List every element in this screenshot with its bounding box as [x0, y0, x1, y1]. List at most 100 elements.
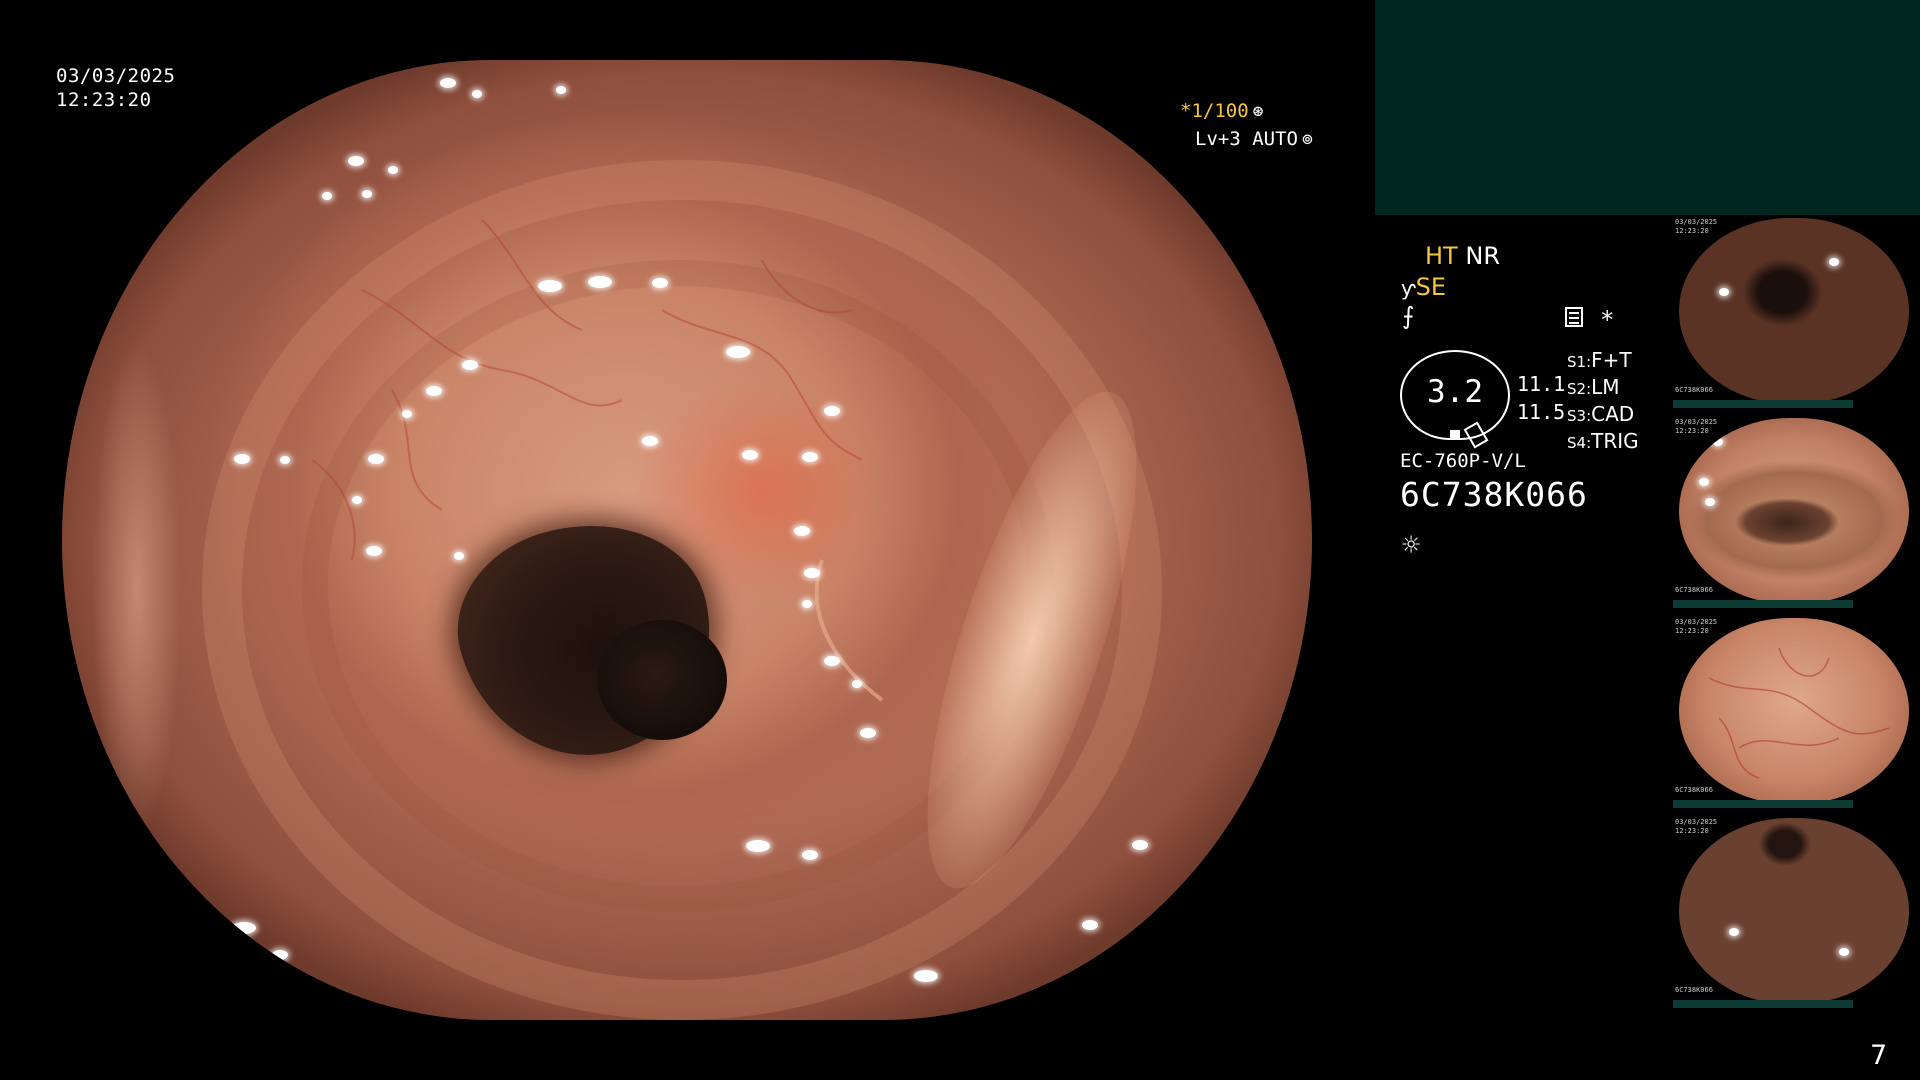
measurement-value-1: 11.1: [1517, 372, 1566, 396]
thumbnail-time: 12:23:20: [1675, 827, 1709, 835]
asterisk-icon: *: [1600, 306, 1615, 334]
switch-key: S4:: [1567, 434, 1592, 452]
specular-highlight: [802, 850, 818, 860]
specular-highlight: [454, 552, 464, 560]
specular-highlight: [362, 190, 372, 198]
specular-highlight: [472, 90, 482, 98]
thumbnail-bar: [1673, 800, 1853, 808]
specular-highlight: [742, 450, 758, 460]
thumbnail-serial: 6C738K066: [1675, 586, 1713, 594]
time-text: 12:23:20: [56, 89, 152, 111]
aperture-icon: ⊛: [1252, 101, 1264, 122]
shutter-indicator: *1/100 ⊛: [1180, 100, 1263, 122]
specular-highlight: [804, 568, 820, 578]
thumbnail-bar: [1673, 400, 1853, 408]
shutter-speed: *1/100: [1180, 100, 1249, 122]
measurement-values: 11.1 11.5: [1517, 370, 1565, 426]
specular-highlight: [1082, 920, 1098, 930]
thumbnail-serial: 6C738K066: [1675, 386, 1713, 394]
specular-highlight: [348, 156, 364, 166]
specular-highlight: [1705, 498, 1715, 506]
vascular-pattern: [1708, 647, 1890, 779]
specular-highlight: [1729, 928, 1739, 936]
thumbnail-serial: 6C738K066: [1675, 786, 1713, 794]
iris-icon: ⊚: [1301, 129, 1313, 150]
specular-highlight: [232, 922, 256, 934]
specular-highlight: [746, 840, 770, 852]
specular-highlight: [802, 452, 818, 462]
specular-highlight: [824, 656, 840, 666]
specular-highlight: [234, 454, 250, 464]
specular-highlight: [538, 280, 562, 292]
specular-highlight: [440, 78, 456, 88]
brightness-level: Lv+3: [1195, 128, 1241, 150]
vascular-pattern: [311, 219, 884, 702]
specular-highlight: [1132, 840, 1148, 850]
thumbnail-bar: [1673, 1000, 1853, 1008]
specular-highlight: [280, 456, 290, 464]
switch-key: S2:: [1567, 380, 1592, 398]
thumbnail-date: 03/03/2025: [1675, 818, 1718, 826]
ht-label: HT: [1425, 242, 1458, 270]
switch-settings: S1:F+T S2:LM S3:CAD S4:TRIG: [1567, 348, 1639, 456]
se-label: SE: [1415, 273, 1447, 301]
timestamp: 03/03/2025 12:23:20: [56, 64, 175, 112]
thumbnail-time: 12:23:20: [1675, 427, 1709, 435]
scope-serial-number: 6C738K066: [1400, 475, 1588, 514]
switch-key: S1:: [1567, 353, 1592, 371]
specular-highlight: [794, 526, 810, 536]
thumbnail-bar: [1673, 600, 1853, 608]
switch-key: S3:: [1567, 407, 1592, 425]
image-mode-row: HT NR: [1425, 242, 1500, 270]
thumbnail-time: 12:23:20: [1675, 627, 1709, 635]
zoom-lens-icon: [1463, 421, 1489, 449]
specular-highlight: [652, 278, 668, 288]
specular-highlight: [1839, 948, 1849, 956]
specular-highlight: [322, 192, 332, 200]
report-icon: [1565, 307, 1583, 327]
date-text: 03/03/2025: [56, 65, 176, 87]
specular-highlight: [824, 406, 840, 416]
specular-highlight: [726, 346, 750, 358]
thumbnail-date: 03/03/2025: [1675, 218, 1718, 226]
switch-setting-row: S1:F+T: [1567, 348, 1639, 375]
zoom-value: 3.2: [1427, 374, 1483, 410]
page-number: 7: [1870, 1040, 1888, 1071]
capture-thumbnail[interactable]: 03/03/2025 12:23:20 6C738K066: [1673, 416, 1920, 608]
capture-thumbnail[interactable]: 03/03/2025 12:23:20 6C738K066: [1673, 216, 1920, 408]
specular-highlight: [366, 546, 382, 556]
specular-highlight: [852, 680, 862, 688]
thumbnail-image: [1679, 418, 1909, 604]
thumbnail-date: 03/03/2025: [1675, 418, 1718, 426]
specular-highlight: [352, 496, 362, 504]
specular-highlight: [272, 950, 288, 960]
switch-setting-row: S2:LM: [1567, 375, 1639, 402]
specular-highlight: [860, 728, 876, 738]
monitor-info-panel: [1375, 0, 1920, 215]
switch-value: LM: [1591, 375, 1620, 399]
specular-highlight: [642, 436, 658, 446]
specular-highlight: [556, 86, 566, 94]
freeze-icon: ⨍: [1402, 302, 1415, 330]
thumbnail-serial: 6C738K066: [1675, 986, 1713, 994]
capture-thumbnail[interactable]: 03/03/2025 12:23:20 6C738K066: [1673, 816, 1920, 1008]
switch-value: TRIG: [1591, 429, 1639, 453]
light-icon: ☼: [1402, 528, 1421, 563]
switch-value: CAD: [1591, 402, 1635, 426]
specular-highlight: [1713, 438, 1723, 446]
specular-highlight: [402, 410, 412, 418]
thumbnail-date: 03/03/2025: [1675, 618, 1718, 626]
zoom-indicator: 3.2: [1400, 350, 1510, 449]
nr-label: NR: [1465, 242, 1500, 270]
iris-mode: AUTO: [1252, 128, 1298, 150]
specular-highlight: [802, 600, 812, 608]
structure-enhancement-row: ƴSE: [1401, 273, 1446, 301]
capture-thumbnail[interactable]: 03/03/2025 12:23:20 6C738K066: [1673, 616, 1920, 808]
specular-highlight: [588, 276, 612, 288]
zoom-marker-icon: [1450, 430, 1460, 438]
specular-highlight: [1699, 478, 1709, 486]
specular-highlight: [426, 386, 442, 396]
structure-enhancement-icon: ƴ: [1401, 276, 1416, 300]
thumbnail-image: [1679, 218, 1909, 404]
thumbnail-time: 12:23:20: [1675, 227, 1709, 235]
